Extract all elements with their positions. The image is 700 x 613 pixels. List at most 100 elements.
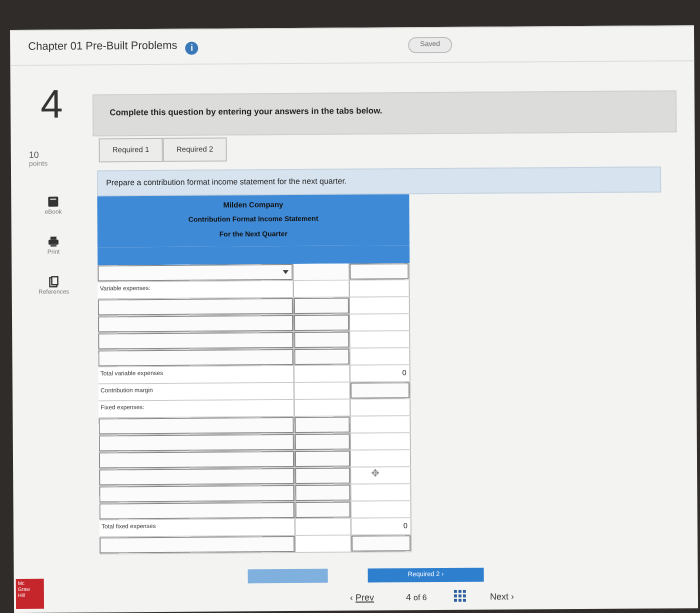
total-fixed-value: 0 — [351, 518, 412, 535]
sales-label-dropdown[interactable] — [97, 264, 294, 282]
tab-required-1[interactable]: Required 1 — [98, 137, 163, 163]
empty-cell — [349, 314, 411, 331]
table-row — [98, 314, 411, 334]
table-row — [98, 416, 411, 436]
variable-expense-label-input[interactable] — [97, 298, 294, 316]
prompt-bar: Prepare a contribution format income sta… — [96, 166, 662, 197]
references-icon — [49, 276, 59, 288]
net-operating-income-label-input[interactable] — [99, 536, 296, 554]
empty-cell — [293, 280, 350, 298]
total-variable-label: Total variable expenses — [98, 366, 295, 384]
variable-expense-amount-input[interactable] — [294, 331, 351, 349]
page-indicator: 4 of 6 — [405, 592, 427, 603]
fixed-expense-label-input[interactable] — [99, 468, 296, 486]
assignment-page: Chapter 01 Pre-Built Problems i Saved 4 … — [10, 25, 699, 613]
ebook-button[interactable]: eBook — [33, 196, 73, 216]
table-row — [99, 501, 412, 521]
fixed-expense-label-input[interactable] — [99, 502, 296, 520]
table-row — [99, 484, 412, 504]
print-label: Print — [47, 249, 60, 256]
instruction-text: Complete this question by entering your … — [109, 105, 383, 118]
statement-header: Milden Company Contribution Format Incom… — [97, 194, 410, 248]
fixed-expense-amount-input[interactable] — [294, 416, 351, 434]
table-row — [98, 450, 412, 470]
empty-cell — [349, 297, 410, 314]
empty-cell — [350, 399, 411, 416]
chevron-down-icon — [282, 270, 289, 275]
ebook-label: eBook — [44, 209, 62, 216]
required-prev-button[interactable] — [247, 568, 328, 584]
chevron-right-icon: › — [510, 591, 515, 602]
book-icon — [48, 196, 59, 207]
empty-cell — [350, 348, 411, 365]
empty-cell — [349, 280, 410, 297]
fixed-expense-amount-input[interactable] — [295, 501, 352, 519]
empty-cell — [350, 433, 411, 450]
table-row: Total fixed expenses 0 — [99, 518, 412, 538]
tab-required-2[interactable]: Required 2 — [162, 137, 227, 162]
fixed-expense-amount-input[interactable] — [294, 433, 351, 451]
variable-expense-amount-input[interactable] — [293, 314, 351, 332]
mcgraw-hill-logo: Mc Graw Hill — [15, 578, 45, 609]
references-button[interactable]: References — [34, 276, 74, 296]
grid-icon[interactable] — [453, 589, 467, 604]
table-row — [99, 535, 412, 555]
table-row — [98, 433, 411, 453]
top-bar: Chapter 01 Pre-Built Problems i Saved — [10, 26, 695, 66]
table-row: Variable expenses: — [97, 280, 410, 300]
chevron-left-icon: ‹ — [349, 592, 354, 603]
income-statement: Milden Company Contribution Format Incom… — [97, 194, 412, 555]
empty-cell — [350, 416, 411, 433]
empty-cell — [295, 535, 352, 553]
contribution-margin-label: Contribution margin — [98, 383, 295, 401]
variable-expense-amount-input[interactable] — [294, 348, 351, 366]
points-label: points — [28, 160, 48, 168]
saved-status-badge: Saved — [408, 36, 453, 54]
required-next-button[interactable]: Required 2 › — [367, 567, 484, 583]
table-row — [98, 331, 411, 351]
variable-expenses-heading: Variable expenses: — [97, 281, 294, 299]
print-button[interactable]: Print — [33, 236, 73, 256]
table-row — [97, 263, 410, 283]
prompt-text: Prepare a contribution format income sta… — [106, 176, 347, 188]
table-row: Total variable expenses 0 — [98, 365, 411, 385]
move-icon: ✥ — [371, 468, 380, 480]
empty-cell — [294, 399, 351, 417]
fixed-expense-amount-input[interactable] — [295, 467, 352, 485]
empty-cell — [294, 365, 351, 383]
table-row: Fixed expenses: — [98, 399, 411, 419]
fixed-expense-label-input[interactable] — [98, 417, 295, 435]
grid-icon-svg — [453, 589, 467, 602]
variable-expense-label-input[interactable] — [98, 315, 295, 333]
prev-button[interactable]: ‹ Prev — [350, 592, 374, 602]
fixed-expense-label-input[interactable] — [98, 451, 296, 469]
statement-subheader — [97, 245, 410, 266]
fixed-expense-amount-input[interactable] — [294, 450, 352, 468]
total-variable-value: 0 — [350, 365, 411, 382]
empty-cell — [351, 501, 412, 518]
fixed-expense-label-input[interactable] — [99, 485, 296, 503]
empty-cell — [294, 382, 351, 400]
info-icon[interactable]: i — [185, 41, 199, 55]
contribution-margin-input[interactable] — [350, 382, 411, 399]
fixed-expenses-heading: Fixed expenses: — [98, 400, 295, 418]
fixed-expense-label-input[interactable] — [98, 434, 295, 452]
sales-total-input[interactable] — [349, 263, 410, 280]
printer-icon — [48, 236, 59, 247]
empty-cell — [295, 518, 352, 536]
statement-period: For the Next Quarter — [219, 231, 288, 239]
references-label: References — [38, 289, 70, 296]
instruction-bar: Complete this question by entering your … — [92, 90, 677, 137]
chapter-title: Chapter 01 Pre-Built Problems i — [28, 40, 199, 56]
sales-amount-input[interactable] — [293, 263, 350, 281]
variable-expense-label-input[interactable] — [98, 332, 295, 350]
next-button[interactable]: Next › — [490, 591, 514, 601]
variable-expense-amount-input[interactable] — [293, 297, 350, 315]
variable-expense-label-input[interactable] — [98, 349, 295, 367]
question-number: 4 — [40, 82, 63, 127]
net-operating-income-input[interactable] — [351, 535, 412, 552]
empty-cell — [350, 331, 411, 348]
table-row: Contribution margin — [98, 382, 411, 402]
total-fixed-label: Total fixed expenses — [99, 519, 296, 537]
fixed-expense-amount-input[interactable] — [295, 484, 352, 502]
